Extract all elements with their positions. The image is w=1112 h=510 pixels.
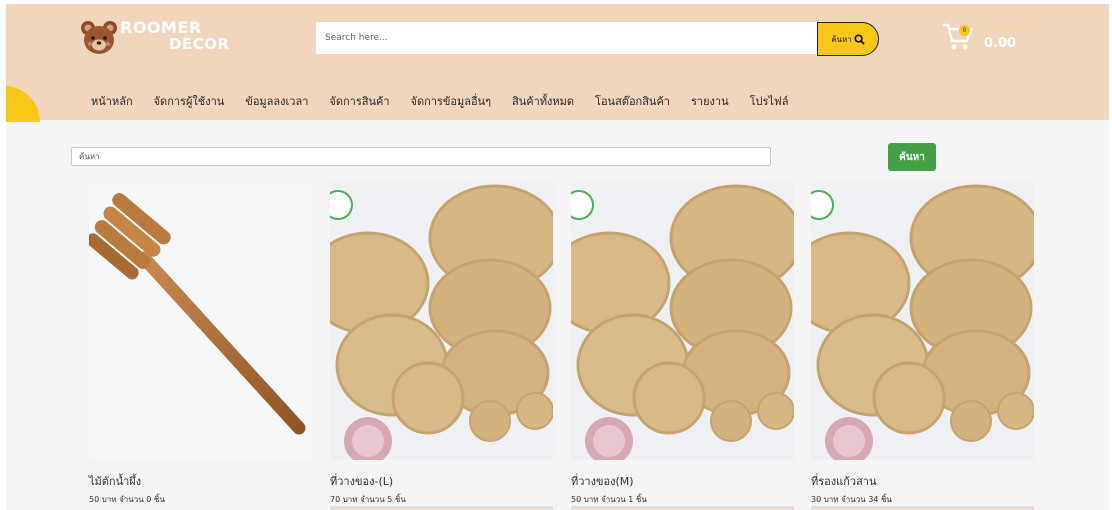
product-card[interactable]: ที่วางของ-(L) 70 บาท จำนวน 5 ชิ้น [330,183,553,510]
woven-placemats-image [330,183,553,460]
search-box [316,22,817,54]
main-nav: หน้าหลัก จัดการผู้ใช้งาน ข้อมูลลงเวลา จั… [91,92,809,112]
decorative-swoosh [6,86,40,122]
product-price-stock: 50 บาท จำนวน 1 ชิ้น [571,495,647,504]
product-name[interactable]: ที่วางของ-(L) [330,472,393,490]
product-image[interactable] [571,183,794,460]
product-card[interactable]: ที่รองแก้วสาน 30 บาท จำนวน 34 ชิ้น [811,183,1034,510]
woven-placemats-image [811,183,1034,460]
product-price-stock: 30 บาท จำนวน 34 ชิ้น [811,495,892,504]
honey-dipper-image [89,193,306,435]
nav-item-time-records[interactable]: ข้อมูลลงเวลา [245,92,308,112]
product-image[interactable] [330,183,553,460]
nav-item-manage-products[interactable]: จัดการสินค้า [329,92,389,112]
shopping-cart[interactable]: 0 Shopping Cart 0.00 [941,19,1061,59]
search-button[interactable]: ค้นหา [817,22,879,56]
nav-item-profile[interactable]: โปรไฟล์ [750,92,789,112]
product-image[interactable] [811,183,1034,460]
woven-placemats-image [571,183,794,460]
nav-item-reports[interactable]: รายงาน [691,92,729,112]
product-name[interactable]: ที่วางของ(M) [571,472,634,490]
product-name[interactable]: ไม้ตักน้ำผึ้ง [89,472,141,490]
filter-search-button[interactable]: ค้นหา [888,143,936,171]
site-header: ROOMER DECOR ค้นหา 0 Shopping Cart 0.00 … [6,4,1109,122]
site-logo[interactable]: ROOMER DECOR [79,18,229,60]
cart-count-badge: 0 [959,25,970,36]
nav-item-manage-other[interactable]: จัดการข้อมูลอื่นๆ [411,92,492,112]
search-input[interactable] [316,22,817,54]
product-card[interactable]: ไม้ตักน้ำผึ้ง 50 บาท จำนวน 0 ชิ้น [89,183,312,510]
search-button-label: ค้นหา [831,34,852,44]
nav-item-all-products[interactable]: สินค้าทั้งหมด [512,92,574,112]
next-row-card-preview [811,506,1034,510]
product-price-stock: 70 บาท จำนวน 5 ชิ้น [330,495,406,504]
nav-item-manage-users[interactable]: จัดการผู้ใช้งาน [154,92,225,112]
product-price-stock: 50 บาท จำนวน 0 ชิ้น [89,495,165,504]
search-icon [854,33,865,45]
cart-total: 0.00 [984,36,1017,51]
product-card[interactable]: ที่วางของ(M) 50 บาท จำนวน 1 ชิ้น [571,183,794,510]
product-image[interactable] [89,183,312,460]
product-filter-input[interactable] [71,147,771,166]
next-row-card-preview [330,506,553,510]
nav-item-home[interactable]: หน้าหลัก [91,92,133,112]
nav-item-stock-transfer[interactable]: โอนสต๊อกสินค้า [595,92,670,112]
cart-title: Shopping Cart [984,23,1042,32]
product-name[interactable]: ที่รองแก้วสาน [811,472,876,490]
page-frame: ROOMER DECOR ค้นหา 0 Shopping Cart 0.00 … [6,4,1109,510]
cart-icon [943,23,973,50]
bear-icon [81,21,117,54]
next-row-card-preview [571,506,794,510]
logo-text-line2: DECOR [169,35,230,53]
